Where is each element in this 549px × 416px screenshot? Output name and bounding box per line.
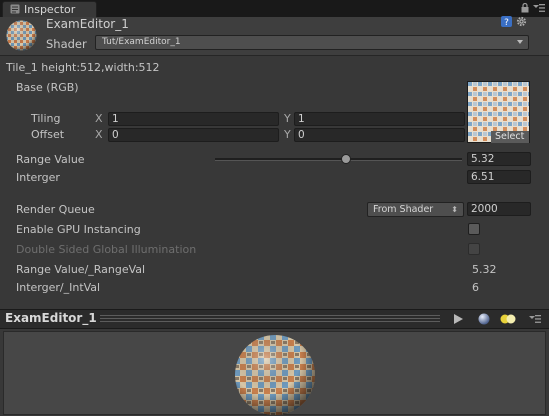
interger-label: Interger	[16, 171, 60, 184]
gpu-instancing-label: Enable GPU Instancing	[16, 223, 141, 236]
gpu-instancing-checkbox[interactable]	[468, 223, 480, 235]
menu-icon[interactable]	[529, 314, 541, 324]
tiling-y-label: Y	[284, 112, 291, 125]
sphere-icon[interactable]	[478, 313, 490, 325]
range-value-slider[interactable]	[215, 158, 462, 161]
render-queue-dropdown[interactable]: From Shader ⬍	[367, 202, 464, 217]
tab-inspector[interactable]: Inspector	[2, 1, 97, 17]
offset-y-value: 0	[298, 129, 305, 141]
menu-icon[interactable]	[533, 3, 545, 13]
inspector-icon	[10, 4, 20, 14]
tiling-x-field[interactable]: 1	[108, 112, 279, 126]
offset-label: Offset	[31, 128, 65, 141]
int-val-readout-label: Interger/_IntVal	[16, 281, 101, 294]
offset-y-label: Y	[284, 128, 291, 141]
tiling-y-value: 1	[298, 113, 305, 125]
render-queue-field[interactable]: 2000	[467, 202, 531, 216]
offset-y-field[interactable]: 0	[294, 128, 465, 142]
preview-sphere[interactable]	[234, 334, 316, 416]
interger-field[interactable]: 6.51	[467, 170, 531, 184]
offset-x-value: 0	[112, 129, 119, 141]
render-queue-label: Render Queue	[16, 203, 95, 216]
light-icon[interactable]	[500, 313, 516, 325]
chevron-down-icon	[517, 40, 523, 44]
tiling-label: Tiling	[31, 112, 61, 125]
lock-icon[interactable]	[521, 3, 529, 13]
tiling-x-value: 1	[112, 113, 119, 125]
render-queue-dropdown-value: From Shader	[373, 204, 434, 215]
double-sided-gi-label: Double Sided Global Illumination	[16, 243, 197, 256]
shader-dropdown-value: Tut/ExamEditor_1	[102, 37, 181, 47]
offset-x-label: X	[95, 128, 103, 141]
svg-text:?: ?	[504, 18, 509, 27]
offset-x-field[interactable]: 0	[108, 128, 279, 142]
tiling-x-label: X	[95, 112, 103, 125]
updown-arrow-icon: ⬍	[451, 205, 458, 214]
gear-icon[interactable]	[516, 16, 527, 27]
render-queue-value: 2000	[471, 203, 498, 215]
int-val-readout-value: 6	[472, 281, 479, 294]
base-texture-label: Base (RGB)	[16, 81, 79, 94]
range-value-label: Range Value	[16, 153, 85, 166]
range-value-field[interactable]: 5.32	[467, 152, 531, 166]
tab-label: Inspector	[24, 3, 76, 16]
double-sided-gi-checkbox	[468, 243, 480, 255]
range-val-readout-value: 5.32	[472, 263, 497, 276]
tile-info-text: Tile_1 height:512,width:512	[6, 61, 160, 74]
range-value-value: 5.32	[471, 153, 495, 165]
range-val-readout-label: Range Value/_RangeVal	[16, 263, 146, 276]
preview-drag-handle[interactable]	[100, 315, 440, 323]
material-thumbnail	[6, 20, 37, 51]
preview-title: ExamEditor_1	[5, 311, 97, 325]
material-name: ExamEditor_1	[46, 17, 129, 31]
play-icon[interactable]	[451, 312, 465, 326]
tiling-y-field[interactable]: 1	[294, 112, 465, 126]
texture-select-button[interactable]: Select	[491, 131, 529, 143]
interger-value: 6.51	[471, 171, 495, 183]
shader-label: Shader	[46, 37, 87, 51]
shader-dropdown[interactable]: Tut/ExamEditor_1	[95, 35, 529, 50]
range-value-slider-thumb[interactable]	[340, 154, 351, 164]
texture-select-label: Select	[495, 131, 525, 142]
help-icon[interactable]: ?	[501, 16, 512, 27]
